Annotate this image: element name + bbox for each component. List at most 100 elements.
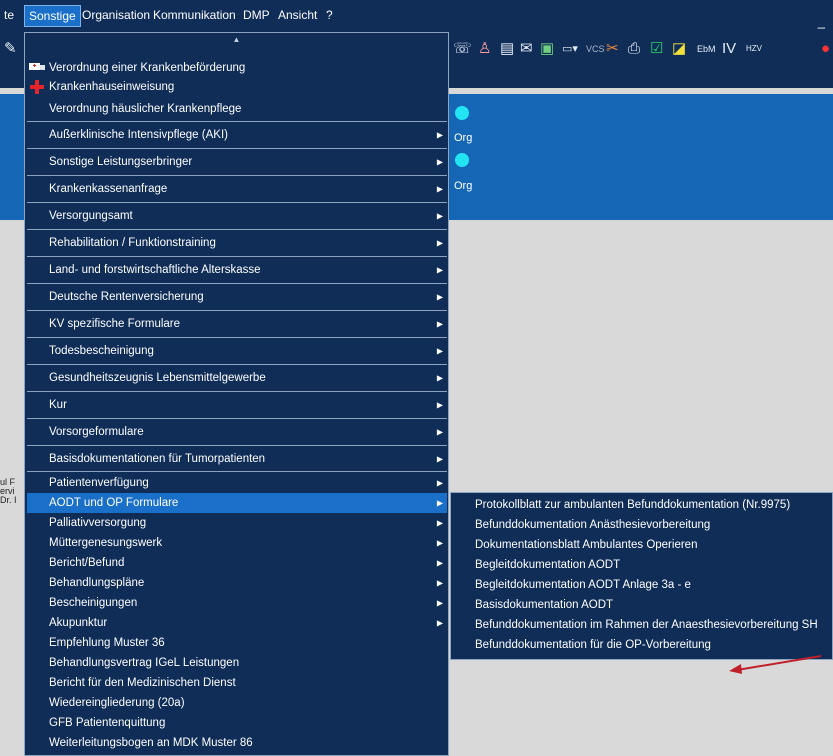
submenu-arrow-icon: ▶ (436, 454, 443, 463)
menu-item[interactable]: Bericht für den Medizinischen Dienst (27, 673, 447, 693)
org-label: Org (454, 132, 473, 144)
menu-item-label: Behandlungsvertrag IGeL Leistungen (49, 657, 240, 669)
menu-item[interactable]: Wiedereingliederung (20a) (27, 693, 447, 713)
sonstige-dropdown-menu: ▲ Verordnung einer Krankenbeförderung Kr… (24, 32, 449, 756)
menubar-item-kommunikation[interactable]: Kommunikation (153, 8, 236, 22)
org-label: Org (454, 180, 473, 192)
ebm-icon[interactable]: EbM (697, 40, 716, 58)
menu-item-label: Basisdokumentationen für Tumorpatienten (49, 452, 266, 465)
submenu-arrow-icon: ▶ (436, 157, 443, 167)
menu-item-label: Land- und forstwirtschaftliche Alterskas… (49, 264, 261, 276)
menu-item[interactable]: Vorsorgeformulare ▶ (27, 419, 447, 446)
visa-icon[interactable]: ▭▾ (562, 40, 578, 58)
red-badge-icon[interactable]: ● (821, 40, 830, 58)
clock-phone-icon[interactable]: ☏ (453, 40, 472, 58)
menu-item-label: Krankenhauseinweisung (49, 81, 175, 93)
menu-item-label: Patientenverfügung (49, 477, 149, 489)
menu-item-aodt-op-formulare[interactable]: AODT und OP Formulare ▶ (27, 493, 447, 513)
menu-item[interactable]: Behandlungspläne ▶ (27, 573, 447, 593)
menu-item[interactable]: Deutsche Rentenversicherung ▶ (27, 284, 447, 311)
menubar-item-help[interactable]: ? (326, 8, 333, 22)
menu-item[interactable]: Bericht/Befund ▶ (27, 553, 447, 573)
menu-item[interactable]: Basisdokumentationen für Tumorpatienten ▶ (27, 446, 447, 472)
submenu-arrow-icon: ▶ (436, 598, 443, 608)
iv-icon[interactable]: IV (722, 40, 736, 58)
menu-item[interactable]: Todesbescheinigung ▶ (27, 338, 447, 365)
menu-item[interactable]: Land- und forstwirtschaftliche Alterskas… (27, 257, 447, 284)
mail-icon[interactable]: ✉ (520, 40, 533, 58)
menu-item[interactable]: Rehabilitation / Funktionstraining ▶ (27, 230, 447, 257)
menu-item-label: Rehabilitation / Funktionstraining (49, 237, 216, 249)
menu-item[interactable]: Akupunktur ▶ (27, 613, 447, 633)
minimize-button[interactable]: _ (818, 14, 825, 29)
menu-item[interactable]: Außerklinische Intensivpflege (AKI) ▶ (27, 122, 447, 149)
menubar-item-partial[interactable]: te (4, 8, 14, 22)
submenu-arrow-icon: ▶ (436, 184, 443, 194)
status-indicator[interactable] (455, 153, 469, 167)
submenu-arrow-icon: ▶ (436, 478, 443, 488)
menu-item-label: Wiedereingliederung (20a) (49, 697, 185, 709)
menubar-item-dmp[interactable]: DMP (243, 8, 270, 22)
submenu-item[interactable]: Befunddokumentation für die OP-Vorbereit… (475, 639, 711, 651)
submenu-arrow-icon: ▶ (436, 130, 443, 140)
submenu-item[interactable]: Befunddokumentation im Rahmen der Anaest… (475, 619, 818, 631)
hzv-icon[interactable]: HZV (746, 40, 762, 58)
person-icon[interactable]: ♙ (478, 40, 491, 58)
menu-item[interactable]: Versorgungsamt ▶ (27, 203, 447, 230)
tools-icon[interactable]: ✂ (606, 40, 619, 58)
printer-icon[interactable]: ⎙ (628, 40, 640, 58)
menu-item[interactable]: Sonstige Leistungserbringer ▶ (27, 149, 447, 176)
submenu-arrow-icon: ▶ (436, 211, 443, 221)
document-icon[interactable]: ▤ (500, 40, 514, 58)
menu-item[interactable]: GFB Patientenquittung (27, 713, 447, 733)
menu-item[interactable]: KV spezifische Formulare ▶ (27, 311, 447, 338)
submenu-item[interactable]: Basisdokumentation AODT (475, 599, 613, 611)
menu-item[interactable]: Verordnung einer Krankenbeförderung (27, 59, 447, 77)
submenu-item[interactable]: Protokollblatt zur ambulanten Befunddoku… (475, 499, 790, 511)
submenu-arrow-icon: ▶ (436, 558, 443, 568)
submenu-item[interactable]: Begleitdokumentation AODT Anlage 3a - e (475, 579, 691, 591)
submenu-arrow-icon: ▶ (436, 518, 443, 528)
side-text-fragment: Dr. I (0, 495, 17, 505)
submenu-item[interactable]: Dokumentationsblatt Ambulantes Operieren (475, 539, 697, 551)
stethoscope-icon[interactable]: ✎ (4, 40, 17, 58)
menu-item[interactable]: Bescheinigungen ▶ (27, 593, 447, 613)
submenu-item[interactable]: Befunddokumentation Anästhesievorbereitu… (475, 519, 710, 531)
menu-item[interactable]: Empfehlung Muster 36 (27, 633, 447, 653)
menu-item[interactable]: Patientenverfügung ▶ (27, 473, 447, 493)
pen-icon[interactable]: ◪ (672, 40, 686, 58)
aodt-op-submenu: Protokollblatt zur ambulanten Befunddoku… (450, 492, 833, 660)
menu-item-label: Sonstige Leistungserbringer (49, 156, 193, 168)
vcs-label[interactable]: VCS (586, 40, 605, 58)
menu-item-label: KV spezifische Formulare (49, 318, 181, 330)
menu-item[interactable]: Verordnung häuslicher Krankenpflege (27, 97, 447, 122)
submenu-arrow-icon: ▶ (436, 373, 443, 383)
menu-item-label: Verordnung häuslicher Krankenpflege (49, 103, 242, 115)
menu-item[interactable]: Gesundheitszeugnis Lebensmittelgewerbe ▶ (27, 365, 447, 392)
menu-item-label: Todesbescheinigung (49, 345, 154, 357)
menubar-item-sonstige[interactable]: Sonstige (24, 5, 81, 27)
status-indicator[interactable] (455, 106, 469, 120)
menu-item[interactable]: Krankenkassenanfrage ▶ (27, 176, 447, 203)
submenu-item[interactable]: Begleitdokumentation AODT (475, 559, 620, 571)
menu-item-label: Müttergenesungswerk (49, 537, 163, 549)
menu-item[interactable]: Palliativversorgung ▶ (27, 513, 447, 533)
menubar-item-organisation[interactable]: Organisation (82, 8, 150, 22)
menu-item[interactable]: Müttergenesungswerk ▶ (27, 533, 447, 553)
menu-item-label: Behandlungspläne (49, 577, 145, 589)
menu-item-label: Kur (49, 399, 67, 411)
submenu-arrow-icon: ▶ (436, 346, 443, 356)
menu-item-label: Bericht/Befund (49, 557, 125, 569)
menu-item-label: Vorsorgeformulare (49, 426, 144, 438)
menu-item[interactable]: Behandlungsvertrag IGeL Leistungen (27, 653, 447, 673)
menubar-item-ansicht[interactable]: Ansicht (278, 8, 317, 22)
menu-item[interactable]: Krankenhauseinweisung (27, 78, 447, 96)
scroll-up-icon[interactable]: ▲ (25, 35, 448, 44)
menu-item-label: Bericht für den Medizinischen Dienst (49, 677, 236, 689)
menu-item[interactable]: Weiterleitungsbogen an MDK Muster 86 (27, 733, 447, 753)
green-check-icon[interactable]: ☑ (650, 40, 663, 58)
submenu-arrow-icon: ▶ (436, 265, 443, 275)
menu-item-label: Verordnung einer Krankenbeförderung (49, 62, 246, 74)
menu-item[interactable]: Kur ▶ (27, 392, 447, 419)
image-icon[interactable]: ▣ (540, 40, 554, 58)
